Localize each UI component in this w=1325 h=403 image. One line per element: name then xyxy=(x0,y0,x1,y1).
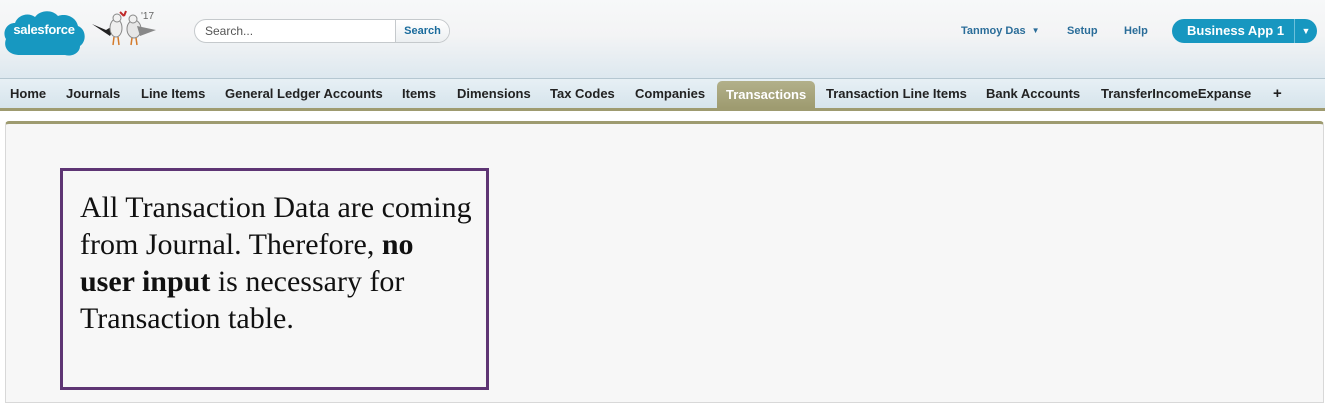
logo-text: salesforce xyxy=(13,22,75,37)
header-bar: salesforce '17 Search Tanmoy Das▼ Setup … xyxy=(0,0,1325,78)
tab-journals[interactable]: Journals xyxy=(57,79,129,108)
tab-companies[interactable]: Companies xyxy=(626,79,714,108)
tab-bank-accounts[interactable]: Bank Accounts xyxy=(977,79,1089,108)
tab-general-ledger-accounts[interactable]: General Ledger Accounts xyxy=(216,79,392,108)
tab-bar: Home Journals Line Items General Ledger … xyxy=(0,78,1325,108)
help-link[interactable]: Help xyxy=(1124,25,1148,37)
tab-tax-codes[interactable]: Tax Codes xyxy=(541,79,624,108)
tab-underline xyxy=(0,108,1325,111)
mascot-badge: '17 xyxy=(141,11,155,22)
search-box: Search xyxy=(194,19,450,43)
setup-link[interactable]: Setup xyxy=(1067,25,1098,37)
app-switcher-button[interactable]: Business App 1 ▼ xyxy=(1172,19,1317,43)
tab-transactions[interactable]: Transactions xyxy=(717,81,816,108)
tab-line-items[interactable]: Line Items xyxy=(132,79,214,108)
search-input[interactable] xyxy=(195,20,395,42)
tab-items[interactable]: Items xyxy=(393,79,445,108)
caret-down-icon: ▼ xyxy=(1031,26,1040,35)
tab-transfer-income-expanse[interactable]: TransferIncomeExpanse xyxy=(1092,79,1260,108)
caret-down-icon: ▼ xyxy=(1294,19,1317,43)
search-button[interactable]: Search xyxy=(395,20,449,42)
salesforce-logo[interactable]: salesforce xyxy=(2,7,86,59)
user-menu[interactable]: Tanmoy Das ▼ xyxy=(961,25,1040,37)
seagulls-mascot-icon: '17 xyxy=(90,8,170,48)
tab-transaction-line-items[interactable]: Transaction Line Items xyxy=(817,79,976,108)
add-tab-icon[interactable]: + xyxy=(1264,79,1291,108)
annotation-box: All Transaction Data are coming from Jou… xyxy=(60,168,489,390)
tab-dimensions[interactable]: Dimensions xyxy=(448,79,540,108)
app-switcher-label: Business App 1 xyxy=(1187,23,1285,38)
tab-home[interactable]: Home xyxy=(1,79,55,108)
user-name: Tanmoy Das xyxy=(961,25,1026,37)
